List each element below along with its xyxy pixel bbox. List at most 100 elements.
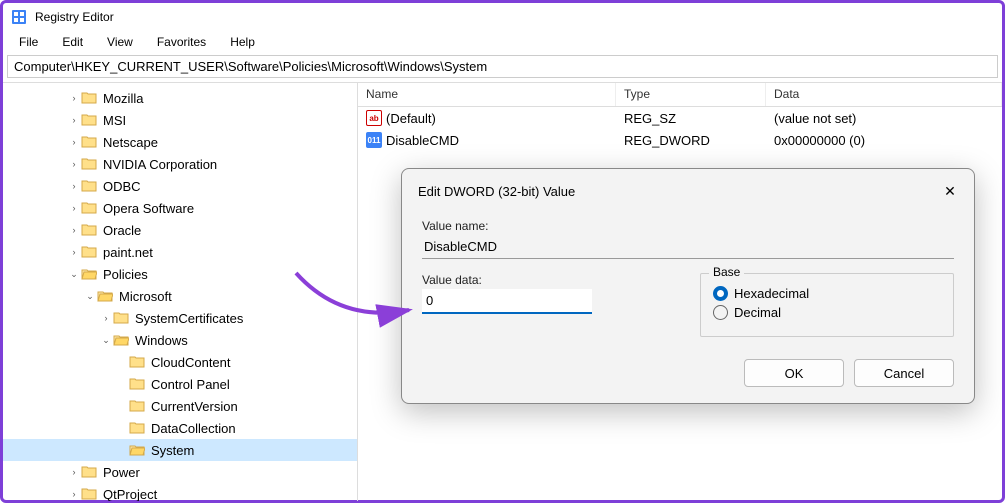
folder-icon [81,179,97,193]
tree-label: NVIDIA Corporation [103,157,217,172]
value-type: REG_SZ [616,111,766,126]
value-name-field[interactable] [422,235,954,259]
folder-icon [81,113,97,127]
folder-icon [113,311,129,325]
cancel-button[interactable]: Cancel [854,359,954,387]
col-header-name[interactable]: Name [358,83,616,106]
chevron-right-icon[interactable]: › [67,247,81,257]
tree-node[interactable]: › MSI [3,109,357,131]
dialog-buttons: OK Cancel [402,349,974,403]
tree-label: MSI [103,113,126,128]
folder-icon [129,443,145,457]
tree-node[interactable]: System [3,439,357,461]
dialog-body: Value name: Value data: Base Hexadecimal… [402,211,974,349]
value-data-field[interactable] [422,289,592,314]
tree-node[interactable]: DataCollection [3,417,357,439]
tree-node[interactable]: ›Netscape [3,131,357,153]
tree-node[interactable]: › QtProject [3,483,357,501]
tree-label: paint.net [103,245,153,260]
menu-help[interactable]: Help [220,33,265,53]
edit-dword-dialog: Edit DWORD (32-bit) Value ✕ Value name: … [401,168,975,404]
folder-icon [81,245,97,259]
string-value-icon: ab [366,110,382,126]
tree-label: System [151,443,194,458]
tree-label: CloudContent [151,355,231,370]
tree-node[interactable]: CurrentVersion [3,395,357,417]
tree-label: Oracle [103,223,141,238]
address-bar[interactable]: Computer\HKEY_CURRENT_USER\Software\Poli… [7,55,998,78]
base-legend: Base [709,265,744,279]
close-icon[interactable]: ✕ [938,179,962,203]
folder-icon [81,223,97,237]
col-header-type[interactable]: Type [616,83,766,106]
tree-node[interactable]: CloudContent [3,351,357,373]
tree-label: Control Panel [151,377,230,392]
tree-node[interactable]: ›ODBC [3,175,357,197]
chevron-right-icon[interactable]: › [67,93,81,103]
tree-label: Mozilla [103,91,143,106]
tree-label: SystemCertificates [135,311,243,326]
folder-icon [81,135,97,149]
folder-icon [81,157,97,171]
chevron-right-icon[interactable]: › [67,181,81,191]
tree-node[interactable]: › Mozilla [3,87,357,109]
folder-icon [97,289,113,303]
radio-decimal[interactable]: Decimal [713,305,941,320]
chevron-right-icon[interactable]: › [67,489,81,499]
chevron-right-icon[interactable]: › [67,137,81,147]
tree-node[interactable]: › SystemCertificates [3,307,357,329]
col-header-data[interactable]: Data [766,83,1002,106]
menubar: File Edit View Favorites Help [3,31,1002,55]
tree-node[interactable]: Control Panel [3,373,357,395]
chevron-right-icon[interactable]: › [67,115,81,125]
ok-button[interactable]: OK [744,359,844,387]
chevron-right-icon[interactable]: › [67,225,81,235]
tree-label: Opera Software [103,201,194,216]
tree-label: Policies [103,267,148,282]
value-data: 0x00000000 (0) [766,133,1002,148]
chevron-down-icon[interactable]: ⌄ [99,335,113,346]
list-row[interactable]: 011DisableCMDREG_DWORD0x00000000 (0) [358,129,1002,151]
tree-node[interactable]: ⌄ Policies [3,263,357,285]
folder-icon [81,201,97,215]
menu-file[interactable]: File [9,33,48,53]
tree-node[interactable]: › NVIDIA Corporation [3,153,357,175]
menu-edit[interactable]: Edit [52,33,93,53]
tree-label: DataCollection [151,421,236,436]
chevron-down-icon[interactable]: ⌄ [67,269,81,280]
value-data: (value not set) [766,111,1002,126]
tree-node[interactable]: › Oracle [3,219,357,241]
tree-node[interactable]: › Opera Software [3,197,357,219]
tree-node[interactable]: › paint.net [3,241,357,263]
folder-icon [129,355,145,369]
tree-label: CurrentVersion [151,399,238,414]
list-header: Name Type Data [358,83,1002,107]
radio-icon [713,305,728,320]
value-name: DisableCMD [386,133,459,148]
folder-icon [81,91,97,105]
tree-node[interactable]: ⌄ Microsoft [3,285,357,307]
chevron-right-icon[interactable]: › [67,467,81,477]
tree-label: Windows [135,333,188,348]
tree-node[interactable]: › Power [3,461,357,483]
tree-label: Power [103,465,140,480]
tree-label: QtProject [103,487,157,502]
dialog-titlebar[interactable]: Edit DWORD (32-bit) Value ✕ [402,169,974,211]
menu-view[interactable]: View [97,33,143,53]
radio-hexadecimal[interactable]: Hexadecimal [713,286,941,301]
chevron-right-icon[interactable]: › [67,203,81,213]
chevron-down-icon[interactable]: ⌄ [83,291,97,302]
tree-node[interactable]: ⌄ Windows [3,329,357,351]
radio-icon [713,286,728,301]
titlebar: Registry Editor [3,3,1002,31]
tree-label: Microsoft [119,289,172,304]
folder-icon [81,267,97,281]
chevron-right-icon[interactable]: › [99,313,113,323]
list-row[interactable]: ab(Default)REG_SZ(value not set) [358,107,1002,129]
radio-hex-label: Hexadecimal [734,286,809,301]
value-type: REG_DWORD [616,133,766,148]
tree-panel[interactable]: ›Mozilla›MSI›Netscape›NVIDIA Corporation… [3,83,358,501]
menu-favorites[interactable]: Favorites [147,33,216,53]
value-name-label: Value name: [422,219,954,233]
chevron-right-icon[interactable]: › [67,159,81,169]
